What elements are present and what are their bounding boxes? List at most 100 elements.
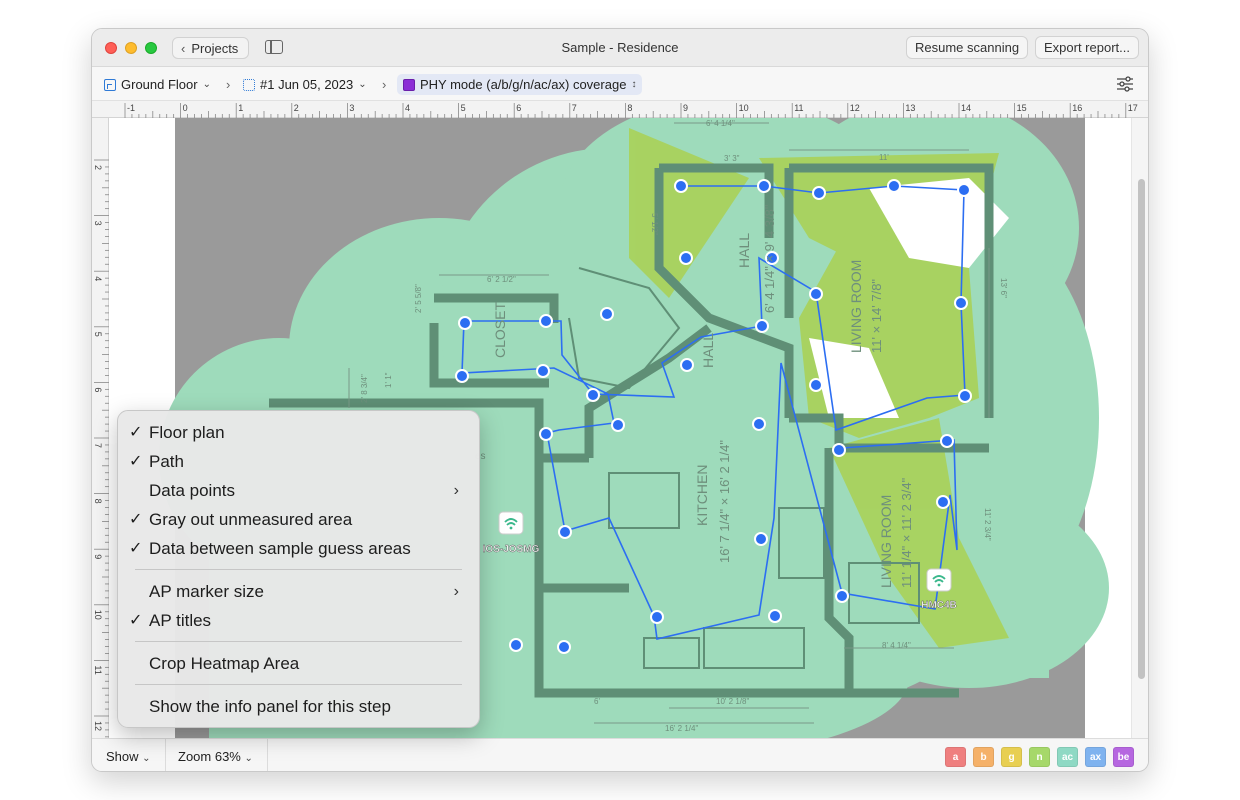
minimize-window-button[interactable] [125, 42, 137, 54]
room-dim-living-upper: 11' × 14' 7/8" [869, 279, 884, 353]
dimension-label: 16' 2 1/4" [665, 724, 698, 733]
data-point[interactable] [835, 589, 849, 603]
breadcrumb: Ground Floor ⌄ › #1 Jun 05, 2023 ⌄ › PHY… [92, 67, 1148, 101]
sliders-icon[interactable] [1116, 76, 1134, 92]
data-point[interactable] [809, 378, 823, 392]
ruler-tick-label: 16 [1072, 103, 1082, 113]
ruler-tick-label: 13 [905, 103, 915, 113]
data-point[interactable] [600, 307, 614, 321]
menu-item-data-between[interactable]: ✓ Data between sample guess areas [118, 534, 479, 563]
vertical-scrollbar-thumb[interactable] [1138, 179, 1145, 679]
room-dim-living-lower: 11' 1/4" × 11' 2 3/4" [899, 477, 914, 588]
phy-mode-chip-a[interactable]: a [945, 747, 966, 767]
phy-mode-chip-ac[interactable]: ac [1057, 747, 1078, 767]
data-point[interactable] [755, 319, 769, 333]
menu-item-path[interactable]: ✓ Path [118, 447, 479, 476]
dimension-label: 8' 4 1/4" [882, 641, 911, 650]
data-point[interactable] [809, 287, 823, 301]
menu-item-crop-heatmap[interactable]: Crop Heatmap Area [118, 649, 479, 678]
ruler-tick-label: 5 [461, 103, 466, 113]
ruler-tick-label: -1 [127, 103, 135, 113]
menu-item-ap-marker-size[interactable]: AP marker size › [118, 577, 479, 606]
data-point[interactable] [752, 417, 766, 431]
room-label-living-lower: LIVING ROOM [878, 495, 894, 588]
menu-item-ap-titles[interactable]: ✓ AP titles [118, 606, 479, 635]
room-label-hall: HALL [736, 233, 752, 268]
ruler-tick-label: 11 [794, 103, 803, 113]
chevron-left-icon: ‹ [181, 40, 186, 56]
data-point[interactable] [536, 364, 550, 378]
bottom-bar: Show ⌄ Zoom 63% ⌄ a b g n ac ax be [92, 738, 1148, 771]
ruler-tick-label: 10 [93, 610, 103, 620]
phy-mode-chip-b[interactable]: b [973, 747, 994, 767]
dimension-label: 2' 5 5/8" [414, 284, 423, 313]
ruler-vertical: 2 3 4 5 6 7 8 9 10 11 12 [92, 118, 109, 738]
data-point[interactable] [458, 316, 472, 330]
resume-scanning-button[interactable]: Resume scanning [906, 36, 1029, 59]
maximize-window-button[interactable] [145, 42, 157, 54]
zoom-menu-button[interactable]: Zoom 63% ⌄ [164, 739, 268, 771]
room-dim-hall: 6' 4 1/4" × 9' 4 3/8" [762, 204, 777, 313]
ruler-tick-label: 3 [93, 221, 103, 226]
data-point[interactable] [679, 251, 693, 265]
data-point[interactable] [832, 443, 846, 457]
checkmark-icon: ✓ [129, 612, 143, 629]
projects-label: Projects [191, 40, 239, 56]
data-point[interactable] [936, 495, 950, 509]
chevron-down-icon: ⌄ [202, 79, 211, 90]
visualization-selector[interactable]: PHY mode (a/b/g/n/ac/ax) coverage ↕ [397, 74, 643, 95]
data-point[interactable] [680, 358, 694, 372]
ruler-tick-label: 12 [850, 103, 860, 113]
show-menu-button[interactable]: Show ⌄ [92, 739, 166, 771]
data-point[interactable] [887, 179, 901, 193]
data-point[interactable] [957, 183, 971, 197]
ruler-horizontal-ticks: -1 0 1 2 3 4 5 6 7 8 9 10 11 12 13 14 15 16 17 [124, 103, 1138, 118]
data-point[interactable] [757, 179, 771, 193]
data-point[interactable] [539, 427, 553, 441]
room-label-closet: CLOSET [492, 302, 508, 358]
room-dim-kitchen: 16' 7 1/4" × 16' 2 1/4" [717, 440, 732, 563]
data-point[interactable] [674, 179, 688, 193]
menu-item-label: Floor plan [149, 423, 225, 442]
sidebar-toggle-icon[interactable] [265, 40, 283, 54]
checkmark-icon: ✓ [129, 424, 143, 441]
ruler-vertical-ticks: 2 3 4 5 6 7 8 9 10 11 12 [93, 159, 109, 738]
menu-item-show-info-panel[interactable]: Show the info panel for this step [118, 692, 479, 721]
data-point[interactable] [611, 418, 625, 432]
data-point[interactable] [509, 638, 523, 652]
checkmark-icon: ✓ [129, 453, 143, 470]
title-bar: ‹ Projects Sample - Residence Resume sca… [92, 29, 1148, 67]
menu-item-floor-plan[interactable]: ✓ Floor plan [118, 418, 479, 447]
ruler-tick-label: 17 [1128, 103, 1138, 113]
data-point[interactable] [586, 388, 600, 402]
dimension-label: 11' 2 3/4" [983, 508, 992, 541]
projects-back-button[interactable]: ‹ Projects [172, 37, 250, 59]
dimension-label: 6' 2 1/2" [487, 275, 516, 284]
data-point[interactable] [940, 434, 954, 448]
phy-mode-chip-be[interactable]: be [1113, 747, 1134, 767]
export-report-button[interactable]: Export report... [1035, 36, 1139, 59]
data-point[interactable] [455, 369, 469, 383]
dimension-label: 6' [594, 697, 600, 706]
floor-selector[interactable]: Ground Floor ⌄ [104, 74, 211, 95]
menu-item-gray-out[interactable]: ✓ Gray out unmeasured area [118, 505, 479, 534]
close-window-button[interactable] [105, 42, 117, 54]
checkmark-icon: ✓ [129, 511, 143, 528]
data-point[interactable] [754, 532, 768, 546]
data-point[interactable] [958, 389, 972, 403]
data-point[interactable] [539, 314, 553, 328]
room-label-kitchen: KITCHEN [694, 465, 710, 526]
step-selector[interactable]: #1 Jun 05, 2023 ⌄ [243, 74, 367, 95]
data-point[interactable] [650, 610, 664, 624]
phy-mode-chip-ax[interactable]: ax [1085, 747, 1106, 767]
data-point[interactable] [558, 525, 572, 539]
data-point[interactable] [954, 296, 968, 310]
phy-mode-chip-n[interactable]: n [1029, 747, 1050, 767]
visualization-color-swatch [403, 78, 415, 91]
phy-mode-chip-g[interactable]: g [1001, 747, 1022, 767]
ruler-tick-label: 4 [93, 276, 103, 281]
menu-item-data-points[interactable]: Data points › [118, 476, 479, 505]
data-point[interactable] [768, 609, 782, 623]
data-point[interactable] [812, 186, 826, 200]
data-point[interactable] [557, 640, 571, 654]
